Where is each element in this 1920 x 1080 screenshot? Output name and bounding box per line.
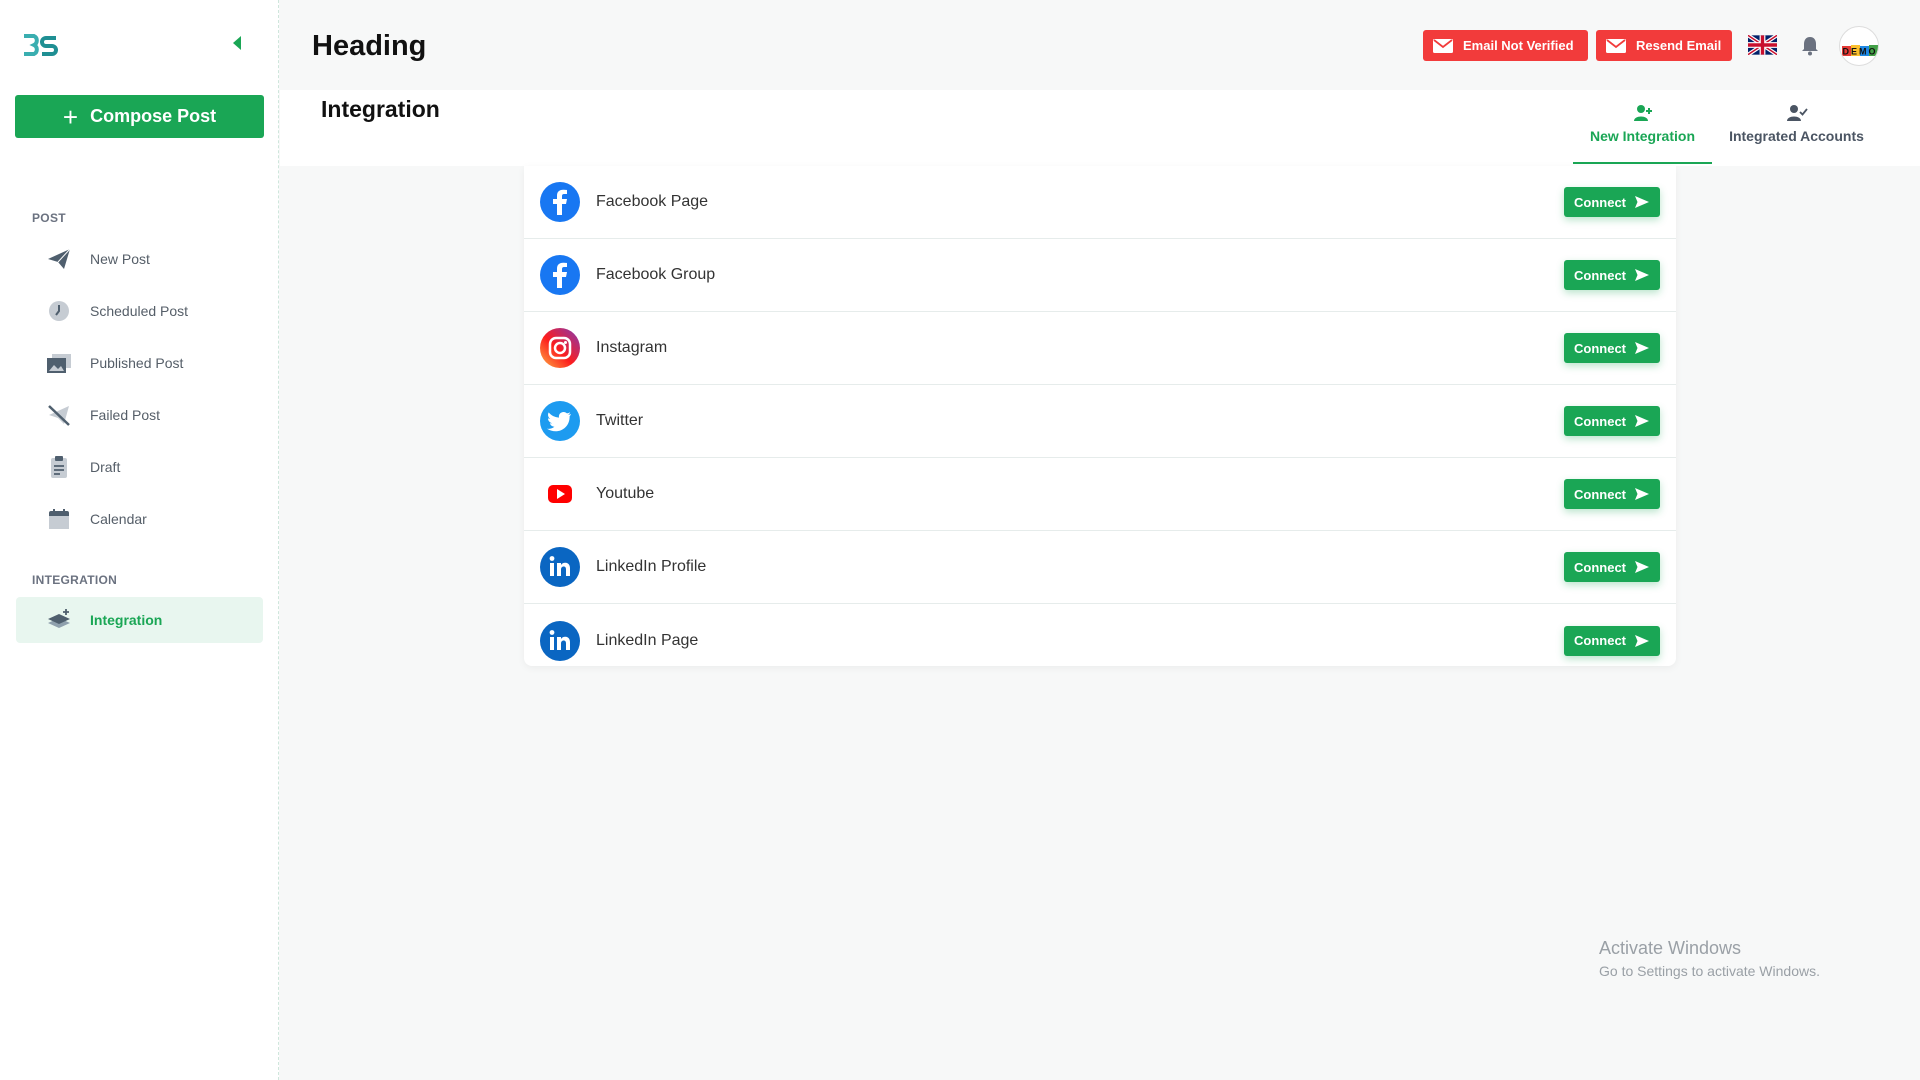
linkedin-icon [540,547,580,587]
gallery-icon [46,350,72,376]
connect-label: Connect [1574,267,1626,283]
connect-label: Connect [1574,413,1626,429]
connect-button[interactable]: Connect [1564,406,1660,436]
integration-row-facebook-group: Facebook Group Connect [524,239,1676,312]
sidebar-item-new-post[interactable]: New Post [16,236,263,282]
failed-icon [46,402,72,428]
section-label-post: POST [32,211,66,225]
sidebar-item-label: Failed Post [90,407,161,423]
email-not-verified-button[interactable]: Email Not Verified [1423,30,1588,61]
sidebar-item-published-post[interactable]: Published Post [16,340,263,386]
resend-email-button[interactable]: Resend Email [1596,30,1732,61]
integration-list: Facebook Page Connect Facebook Group Con… [524,166,1676,666]
watermark-subtitle: Go to Settings to activate Windows. [1599,963,1820,979]
tab-label: Integrated Accounts [1729,128,1864,144]
integration-name: Facebook Group [596,266,716,283]
uk-flag-icon[interactable] [1748,35,1777,55]
sidebar-item-label: Calendar [90,511,147,527]
page-title: Heading [312,30,427,62]
mail-icon [1606,38,1626,53]
watermark-title: Activate Windows [1599,938,1742,958]
activate-windows-watermark: Activate Windows Go to Settings to activ… [1599,938,1820,979]
integration-row-instagram: Instagram Connect [524,312,1676,385]
sidebar-item-scheduled-post[interactable]: Scheduled Post [16,288,263,334]
compose-post-label: Compose Post [90,106,217,126]
tab-new-integration[interactable]: New Integration [1573,104,1712,164]
plus-icon: + [62,101,79,132]
send-arrow-icon [1635,415,1649,427]
facebook-icon [540,182,580,222]
youtube-icon [540,474,580,514]
integration-row-linkedin-profile: LinkedIn Profile Connect [524,531,1676,604]
connect-label: Connect [1574,559,1626,575]
brand-logo[interactable] [20,30,60,60]
tab-integrated-accounts[interactable]: Integrated Accounts [1724,104,1869,164]
linkedin-icon [540,620,580,661]
mail-icon [1433,38,1453,53]
sidebar: + Compose Post POST New Post Scheduled P… [0,0,279,1080]
connect-button[interactable]: Connect [1564,625,1660,656]
send-arrow-icon [1635,342,1649,354]
send-arrow-icon [1635,634,1649,647]
connect-button[interactable]: Connect [1564,552,1660,582]
sidebar-item-label: Published Post [90,355,184,371]
connect-button[interactable]: Connect [1564,479,1660,509]
instagram-icon [540,328,580,368]
integration-name: Youtube [596,485,655,502]
connect-button[interactable]: Connect [1564,333,1660,363]
section-label-integration: INTEGRATION [32,573,118,587]
resend-email-label: Resend Email [1636,38,1722,53]
collapse-sidebar-icon[interactable] [230,34,244,52]
connect-label: Connect [1574,194,1626,210]
sidebar-item-integration[interactable]: Integration [16,597,263,643]
integration-row-youtube: Youtube Connect [524,458,1676,531]
facebook-icon [540,255,580,295]
clock-icon [46,298,72,324]
connect-label: Connect [1574,340,1626,356]
layers-icon [46,607,72,633]
connect-label: Connect [1574,633,1626,648]
sidebar-item-label: Scheduled Post [90,303,189,319]
send-arrow-icon [1635,488,1649,500]
compose-post-button[interactable]: + Compose Post [15,95,264,138]
demo-avatar-image: DEMO [1842,45,1878,57]
sidebar-item-failed-post[interactable]: Failed Post [16,392,263,438]
section-title: Integration [321,96,440,122]
integration-name: Facebook Page [596,193,709,210]
send-arrow-icon [1635,196,1649,208]
add-user-icon [1633,105,1652,121]
integration-row-linkedin-page: LinkedIn Page Connect [524,604,1676,677]
paper-plane-icon [46,246,72,272]
sidebar-item-calendar[interactable]: Calendar [16,496,263,542]
connect-button[interactable]: Connect [1564,187,1660,217]
sidebar-item-draft[interactable]: Draft [16,444,263,490]
integration-name: Twitter [596,412,644,429]
send-arrow-icon [1635,269,1649,281]
twitter-icon [540,401,580,441]
sidebar-item-label: Integration [90,612,163,628]
sidebar-item-label: New Post [90,251,150,267]
avatar[interactable]: DEMO [1839,26,1879,66]
sidebar-item-label: Draft [90,459,121,475]
user-check-icon [1786,105,1808,121]
integration-row-twitter: Twitter Connect [524,385,1676,458]
bell-icon[interactable] [1801,36,1819,56]
tab-label: New Integration [1589,128,1695,144]
integration-row-facebook-page: Facebook Page Connect [524,166,1676,239]
clipboard-icon [46,454,72,480]
calendar-icon [46,506,72,532]
svg-text:DEMO: DEMO [1843,47,1878,57]
integration-name: LinkedIn Page [596,631,699,649]
connect-label: Connect [1574,486,1626,502]
email-not-verified-label: Email Not Verified [1463,38,1574,53]
send-arrow-icon [1635,561,1649,573]
integration-name: LinkedIn Profile [596,558,707,575]
connect-button[interactable]: Connect [1564,260,1660,290]
integration-name: Instagram [596,339,668,356]
